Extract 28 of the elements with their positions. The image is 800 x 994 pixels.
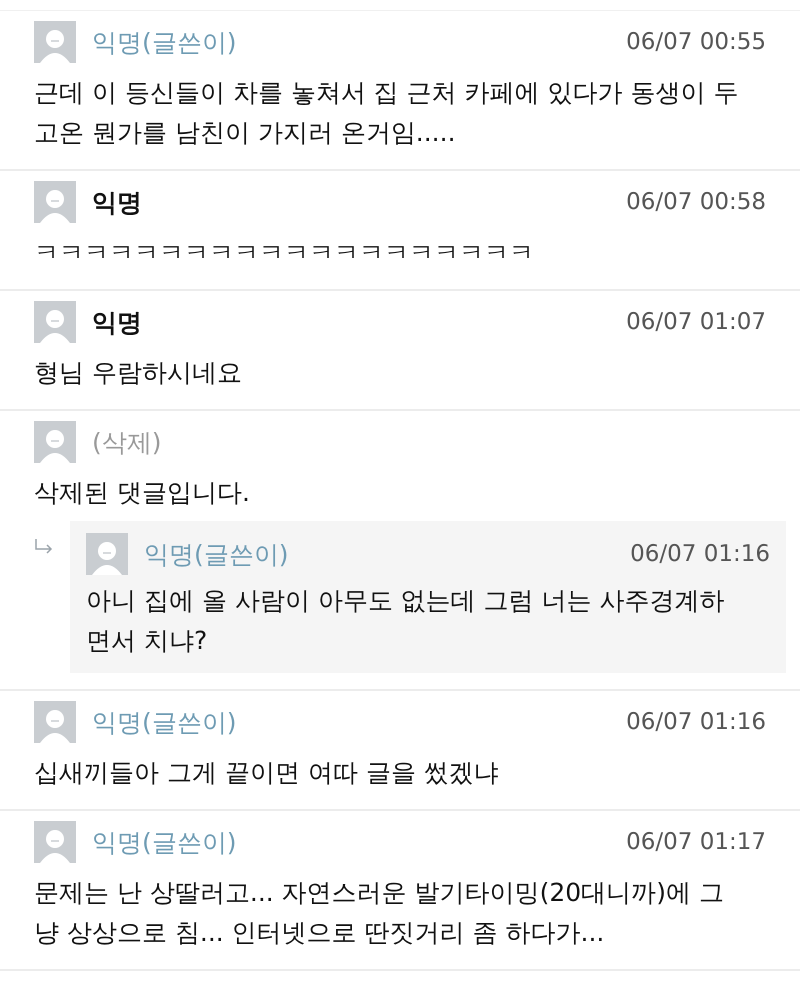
comment-text: 문제는 난 상딸러고... 자연스러운 발기타이밍(20대니까)에 그 냥 상상으로 침... 인터넷으로 딴짓거리 좀 하다가...	[34, 877, 725, 949]
avatar-icon	[34, 21, 76, 63]
author-name: 익명(글쓴이)	[144, 538, 289, 570]
comment-text: 십새끼들아 그게 끝이면 여따 글을 썼겠냐	[34, 757, 500, 789]
comment-text: 형님 우람하시네요	[34, 357, 243, 389]
comment-text: ㅋㅋㅋㅋㅋㅋㅋㅋㅋㅋㅋㅋㅋㅋㅋㅋㅋㅋㅋㅋ	[34, 237, 535, 269]
timestamp: 06/07 00:55	[626, 29, 766, 55]
timestamp: 06/07 00:58	[626, 189, 766, 215]
author-name: 익명	[92, 306, 142, 338]
timestamp: 06/07 01:07	[626, 309, 766, 335]
avatar-icon	[34, 301, 76, 343]
author-name: 익명(글쓴이)	[92, 706, 237, 738]
timestamp: 06/07 01:16	[626, 709, 766, 735]
avatar-icon	[34, 421, 76, 463]
comment-text: 근데 이 등신들이 차를 놓쳐서 집 근처 카페에 있다가 동생이 두 고온 뭔가를 남친이 가지러 온거임.....	[34, 77, 740, 149]
avatar-icon	[34, 181, 76, 223]
timestamp: 06/07 01:17	[626, 829, 766, 855]
author-name: 익명(글쓴이)	[92, 826, 237, 858]
comment-text: 아니 집에 올 사람이 아무도 없는데 그럼 너는 사주경계하 면서 치냐?	[86, 585, 726, 657]
timestamp: 06/07 01:16	[630, 541, 770, 567]
avatar-icon	[86, 533, 128, 575]
author-name: (삭제)	[92, 426, 162, 458]
avatar-icon	[34, 701, 76, 743]
comment-text: 삭제된 댓글입니다.	[34, 477, 251, 509]
author-name: 익명(글쓴이)	[92, 26, 237, 58]
avatar-icon	[34, 821, 76, 863]
reply-arrow-icon	[34, 539, 54, 555]
author-name: 익명	[92, 186, 142, 218]
